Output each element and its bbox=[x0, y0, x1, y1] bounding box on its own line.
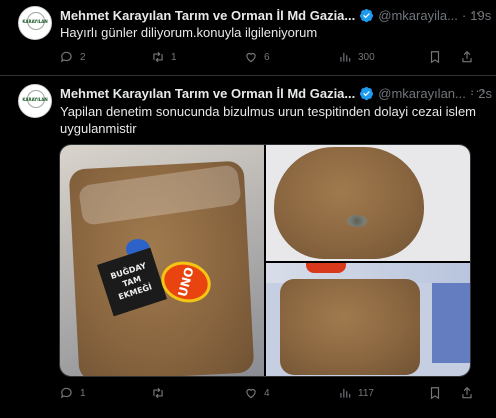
media-image-2[interactable] bbox=[266, 145, 470, 261]
views-count: 117 bbox=[358, 387, 374, 399]
share-button[interactable] bbox=[460, 48, 480, 66]
avatar-logo-text: KARAYILAN bbox=[22, 97, 48, 102]
bookmark-icon bbox=[430, 387, 440, 400]
tweet-header: Mehmet Karayılan Tarım ve Orman İl Md Ga… bbox=[60, 6, 491, 24]
views-count: 300 bbox=[358, 51, 375, 63]
reply-button[interactable]: 1 bbox=[60, 384, 86, 402]
media-image-1[interactable]: BUĞDAY TAM EKMEĞİ UNO bbox=[60, 145, 264, 376]
like-button[interactable]: 4 bbox=[244, 384, 270, 402]
reply-icon bbox=[60, 51, 72, 63]
more-icon[interactable]: ··· bbox=[470, 83, 486, 98]
tweet-text: Yapilan denetim sonucunda bizulmus urun … bbox=[60, 104, 476, 136]
tweet-1[interactable]: KARAYILAN Mehmet Karayılan Tarım ve Orma… bbox=[0, 0, 496, 76]
like-icon bbox=[246, 388, 256, 399]
retweet-icon bbox=[153, 387, 163, 399]
views-button[interactable]: 117 bbox=[338, 384, 374, 402]
more-icon[interactable]: ··· bbox=[470, 5, 486, 20]
avatar[interactable]: KARAYILAN bbox=[18, 6, 52, 40]
views-button[interactable]: 300 bbox=[338, 48, 375, 66]
bookmark-button[interactable] bbox=[428, 48, 448, 66]
verified-icon bbox=[360, 8, 374, 22]
retweet-icon bbox=[153, 51, 163, 63]
bread-slice bbox=[274, 147, 424, 259]
reply-icon bbox=[60, 387, 72, 399]
bag-red-strip bbox=[306, 263, 346, 273]
media-image-3[interactable] bbox=[266, 263, 470, 376]
avatar-logo-text: KARAYILAN bbox=[22, 19, 48, 24]
author-name[interactable]: Mehmet Karayılan Tarım ve Orman İl Md Ga… bbox=[60, 8, 355, 23]
mold-spot bbox=[346, 215, 368, 227]
retweet-button[interactable]: 1 bbox=[151, 48, 177, 66]
retweet-button[interactable] bbox=[151, 384, 171, 402]
bookmark-button[interactable] bbox=[428, 384, 448, 402]
bag-blue-edge bbox=[432, 283, 470, 363]
separator-dot: · bbox=[461, 7, 467, 23]
share-icon bbox=[462, 50, 472, 63]
share-icon bbox=[462, 386, 472, 399]
views-icon bbox=[340, 52, 351, 62]
tweet-2[interactable]: KARAYILAN Mehmet Karayılan Tarım ve Orma… bbox=[0, 76, 496, 418]
reply-count: 2 bbox=[80, 51, 86, 63]
retweet-count: 1 bbox=[171, 51, 177, 63]
avatar[interactable]: KARAYILAN bbox=[18, 84, 52, 118]
like-count: 6 bbox=[264, 51, 270, 63]
like-button[interactable]: 6 bbox=[244, 48, 270, 66]
reply-button[interactable]: 2 bbox=[60, 48, 86, 66]
tweet-actions: 1 4 117 bbox=[60, 384, 480, 402]
verified-icon bbox=[360, 86, 374, 100]
tweet-media-grid[interactable]: BUĞDAY TAM EKMEĞİ UNO bbox=[59, 144, 471, 377]
like-count: 4 bbox=[264, 387, 270, 399]
tweet-actions: 2 1 6 300 bbox=[60, 48, 480, 66]
tweet-text: Hayırlı günler diliyorum.konuyla ilgilen… bbox=[60, 25, 318, 40]
like-icon bbox=[246, 52, 256, 63]
author-handle[interactable]: @mkarayılan... bbox=[378, 86, 466, 101]
author-handle[interactable]: @mkarayila... bbox=[378, 8, 458, 23]
tweet-header: Mehmet Karayılan Tarım ve Orman İl Md Ga… bbox=[60, 84, 492, 102]
bread-slice bbox=[280, 279, 420, 375]
author-name[interactable]: Mehmet Karayılan Tarım ve Orman İl Md Ga… bbox=[60, 86, 355, 101]
views-icon bbox=[340, 388, 351, 398]
bookmark-icon bbox=[430, 51, 440, 64]
reply-count: 1 bbox=[80, 387, 86, 399]
share-button[interactable] bbox=[460, 384, 480, 402]
